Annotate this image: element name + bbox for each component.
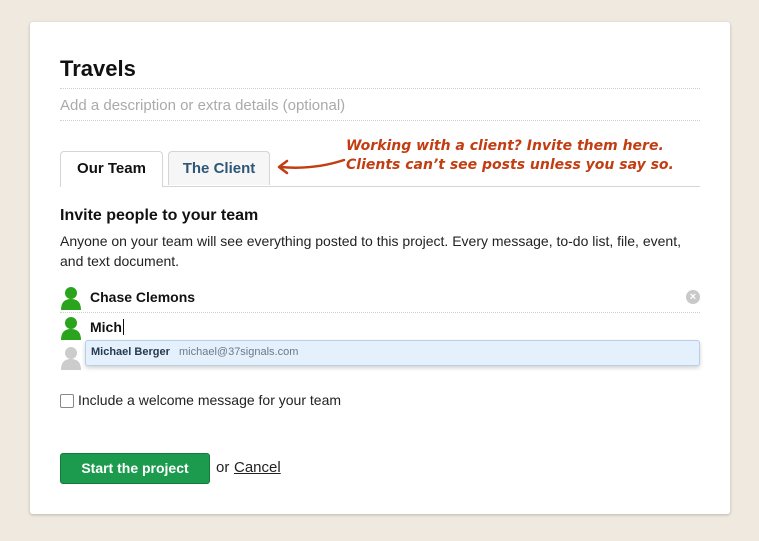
start-project-button[interactable]: Start the project [60, 453, 210, 484]
invited-person-row: Chase Clemons × [60, 282, 700, 313]
cancel-link[interactable]: Cancel [234, 459, 281, 476]
text-caret [122, 319, 124, 335]
divider [60, 120, 700, 121]
client-note-line1: Working with a client? Invite them here. [346, 138, 664, 154]
suggestion-email: michael@37signals.com [179, 346, 299, 358]
autocomplete-suggestion[interactable]: Michael Berger michael@37signals.com [85, 340, 700, 366]
invite-input-row: Mich [60, 312, 700, 342]
suggestion-name: Michael Berger [91, 346, 170, 358]
new-project-card: Travels Add a description or extra detai… [30, 22, 730, 514]
divider [60, 88, 700, 89]
client-note-line2: Clients can’t see posts unless you say s… [346, 157, 674, 173]
arrow-left-icon [277, 158, 346, 175]
or-text: or [216, 459, 230, 476]
person-icon [61, 317, 81, 340]
welcome-message-label[interactable]: Include a welcome message for your team [78, 392, 341, 408]
person-icon [61, 287, 81, 310]
tab-the-client[interactable]: The Client [168, 151, 270, 185]
invite-heading: Invite people to your team [60, 207, 259, 224]
description-field[interactable]: Add a description or extra details (opti… [60, 97, 345, 114]
remove-person-icon[interactable]: × [686, 290, 700, 304]
invited-person-name: Chase Clemons [90, 289, 196, 305]
tab-our-team[interactable]: Our Team [60, 151, 163, 187]
person-placeholder-icon [61, 347, 81, 370]
project-title[interactable]: Travels [60, 56, 136, 82]
client-note: Working with a client? Invite them here.… [346, 137, 674, 175]
invite-input[interactable]: Mich [90, 319, 124, 335]
welcome-message-checkbox[interactable] [60, 394, 74, 408]
invite-input-value: Mich [90, 319, 122, 335]
invite-description: Anyone on your team will see everything … [60, 233, 681, 269]
